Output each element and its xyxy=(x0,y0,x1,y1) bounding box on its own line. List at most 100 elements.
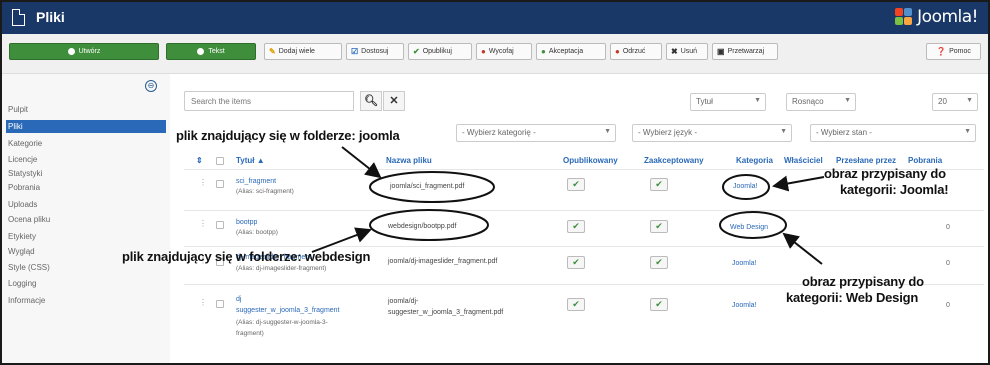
drag-handle-icon[interactable]: ⋮ xyxy=(199,298,207,307)
folder-plus-icon: ✎ xyxy=(269,47,276,56)
process-button[interactable]: ▣ Przetwarzaj xyxy=(712,43,778,60)
limit-value: 20 xyxy=(938,97,947,106)
main-content: 🔍︎ ✕ Tytuł ▼ Rosnąco ▼ 20 ▼ - Wybierz kateg… xyxy=(170,74,988,363)
sidebar-item-info[interactable]: Informacje xyxy=(6,294,166,307)
column-downloads[interactable]: Pobrania xyxy=(908,156,942,165)
column-owner[interactable]: Właściciel xyxy=(784,156,823,165)
category-link[interactable]: Joomla! xyxy=(733,183,758,190)
new-text-button[interactable]: Tekst xyxy=(166,43,256,60)
column-filename[interactable]: Nazwa pliku xyxy=(386,156,432,165)
accept-icon: ● xyxy=(541,47,546,56)
sidebar-toggle-icon[interactable]: ⊖ xyxy=(145,80,157,92)
sidebar-item-statistics[interactable]: Statystyki xyxy=(6,167,166,180)
file-icon xyxy=(12,9,25,26)
sidebar-item-categories[interactable]: Kategorie xyxy=(6,137,166,150)
category-link[interactable]: Web Design xyxy=(730,224,768,231)
limit-select[interactable]: 20 ▼ xyxy=(932,93,978,111)
search-input[interactable] xyxy=(184,91,354,111)
file-alias: (Alias: bootpp) xyxy=(236,229,278,236)
unpublish-icon: ● xyxy=(481,47,486,56)
column-category[interactable]: Kategoria xyxy=(736,156,773,165)
accepted-toggle[interactable]: ✔ xyxy=(650,256,668,269)
chevron-down-icon: ▼ xyxy=(604,128,611,135)
sidebar-item-uploads[interactable]: Uploads xyxy=(6,198,166,211)
sidebar-item-logging[interactable]: Logging xyxy=(6,277,166,290)
row-divider xyxy=(184,210,984,211)
toolbar: Utwórz Tekst ✎ Dodaj wiele ☑ Dostosuj ✔ … xyxy=(2,34,988,74)
column-title[interactable]: Tytuł ▲ xyxy=(236,156,265,165)
file-title-link[interactable]: sci_fragment xyxy=(236,178,276,185)
published-toggle[interactable]: ✔ xyxy=(567,298,585,311)
sidebar-item-files[interactable]: Pliki xyxy=(6,120,166,133)
sort-field-select[interactable]: Tytuł ▼ xyxy=(690,93,766,111)
file-title-link[interactable]: bootpp xyxy=(236,219,257,226)
category-link[interactable]: Joomla! xyxy=(732,302,757,309)
language-filter-select[interactable]: - Wybierz język - ▼ xyxy=(632,124,792,142)
ordering-column-icon[interactable]: ⇕ xyxy=(196,156,203,165)
state-filter-select[interactable]: - Wybierz stan - ▼ xyxy=(810,124,976,142)
unpublish-button[interactable]: ● Wycofaj xyxy=(476,43,532,60)
column-uploaded-by[interactable]: Przesłane przez xyxy=(836,156,896,165)
file-path: joomla/sci_fragment.pdf xyxy=(390,183,465,190)
row-checkbox[interactable] xyxy=(216,300,224,308)
download-count: 0 xyxy=(946,224,950,231)
category-filter-select[interactable]: - Wybierz kategorię - ▼ xyxy=(456,124,616,142)
reject-button[interactable]: ● Odrzuć xyxy=(610,43,662,60)
edit-button[interactable]: ☑ Dostosuj xyxy=(346,43,404,60)
add-multiple-button[interactable]: ✎ Dodaj wiele xyxy=(264,43,342,60)
annotation-joomla-category-line2: kategorii: Joomla! xyxy=(840,182,949,197)
reject-icon: ● xyxy=(615,47,620,56)
accepted-toggle[interactable]: ✔ xyxy=(650,220,668,233)
file-path: joomla/dj-imageslider_fragment.pdf xyxy=(388,258,498,265)
joomla-logo[interactable]: Joomla! xyxy=(895,7,978,27)
language-filter-value: - Wybierz język - xyxy=(638,128,698,137)
download-count: 0 xyxy=(946,302,950,309)
chevron-down-icon: ▼ xyxy=(964,128,971,135)
file-title-link-cont[interactable]: suggester_w_joomla_3_fragment xyxy=(236,307,340,314)
annotation-joomla-folder: plik znajdujący się w folderze: joomla xyxy=(176,128,400,143)
sidebar-item-tags[interactable]: Etykiety xyxy=(6,230,166,243)
file-alias: (Alias: dj-imageslider-fragment) xyxy=(236,265,327,272)
file-path: joomla/dj- xyxy=(388,298,419,305)
column-published[interactable]: Opublikowany xyxy=(563,156,618,165)
published-toggle[interactable]: ✔ xyxy=(567,256,585,269)
delete-button[interactable]: ✖ Usuń xyxy=(666,43,708,60)
accepted-toggle[interactable]: ✔ xyxy=(650,178,668,191)
sidebar-item-ratings[interactable]: Ocena pliku xyxy=(6,213,166,226)
published-toggle[interactable]: ✔ xyxy=(567,220,585,233)
publish-button[interactable]: ✔ Opublikuj xyxy=(408,43,472,60)
new-button-label: Utwórz xyxy=(78,48,101,55)
row-checkbox[interactable] xyxy=(216,180,224,188)
category-link[interactable]: Joomla! xyxy=(732,260,757,267)
help-button[interactable]: ❓ Pomoc xyxy=(926,43,981,60)
annotation-webdesign-category-line1: obraz przypisany do xyxy=(802,274,924,289)
sidebar-item-licenses[interactable]: Licencje xyxy=(6,153,166,166)
column-accepted[interactable]: Zaakceptowany xyxy=(644,156,704,165)
unpublish-label: Wycofaj xyxy=(488,48,514,55)
sort-direction-select[interactable]: Rosnąco ▼ xyxy=(786,93,856,111)
drag-handle-icon[interactable]: ⋮ xyxy=(199,178,207,187)
sidebar-item-downloads[interactable]: Pobrania xyxy=(6,181,166,194)
chevron-down-icon: ▼ xyxy=(780,128,787,135)
published-toggle[interactable]: ✔ xyxy=(567,178,585,191)
search-icon[interactable]: 🔍︎ xyxy=(360,91,382,111)
logo-text: Joomla! xyxy=(917,7,978,27)
sidebar-item-dashboard[interactable]: Pulpit xyxy=(6,103,166,116)
new-button[interactable]: Utwórz xyxy=(9,43,159,60)
file-alias-cont: fragment) xyxy=(236,330,264,337)
accept-button[interactable]: ● Akceptacja xyxy=(536,43,606,60)
add-multiple-label: Dodaj wiele xyxy=(278,48,315,55)
sidebar: ⊖ Pulpit Pliki Kategorie Licencje Statys… xyxy=(2,74,170,363)
chevron-down-icon: ▼ xyxy=(754,97,761,104)
row-checkbox[interactable] xyxy=(216,221,224,229)
select-all-checkbox[interactable] xyxy=(216,157,224,165)
accept-label: Akceptacja xyxy=(548,48,584,55)
accepted-toggle[interactable]: ✔ xyxy=(650,298,668,311)
drag-handle-icon[interactable]: ⋮ xyxy=(199,219,207,228)
help-icon: ❓ xyxy=(936,47,947,56)
joomla-logo-icon xyxy=(895,8,913,26)
file-title-link[interactable]: dj xyxy=(236,296,241,303)
clear-icon[interactable]: ✕ xyxy=(383,91,405,111)
app-window: Pliki Joomla! Utwórz Tekst ✎ Dodaj wiele… xyxy=(0,0,990,365)
page-title: Pliki xyxy=(36,9,65,25)
